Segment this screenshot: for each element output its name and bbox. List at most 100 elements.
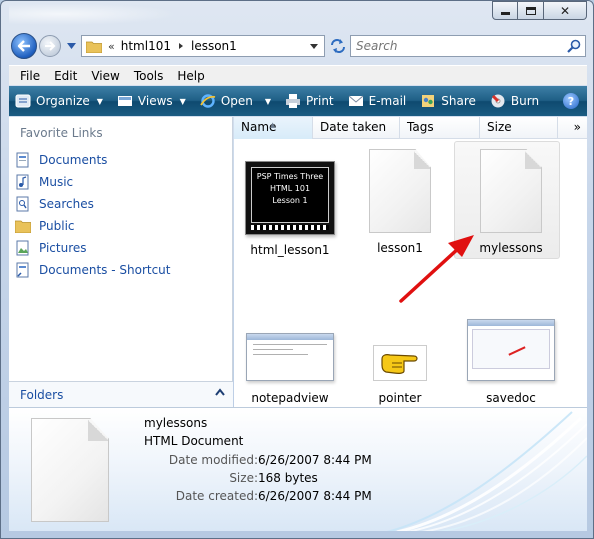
burn-label: Burn xyxy=(510,94,540,108)
menu-tools[interactable]: Tools xyxy=(127,69,171,83)
favorite-link-documents-shortcut[interactable]: Documents - Shortcut xyxy=(15,259,171,281)
favorite-links-list: Documents Music Searches Public Pictures… xyxy=(15,149,171,281)
savedoc-thumbnail xyxy=(467,319,555,381)
notepadview-thumbnail xyxy=(246,333,334,381)
address-row: « html101 lesson1 xyxy=(11,31,587,61)
breadcrumb-html101[interactable]: html101 xyxy=(121,39,171,53)
file-mylessons[interactable]: mylessons xyxy=(454,141,566,259)
favorite-link-searches[interactable]: Searches xyxy=(15,193,171,215)
views-label: Views xyxy=(137,94,173,108)
folders-toggle[interactable]: Folders xyxy=(9,381,233,407)
close-button[interactable]: ✕ xyxy=(544,1,587,20)
column-label: Date taken xyxy=(320,120,387,134)
forward-button[interactable] xyxy=(39,35,61,57)
document-icon xyxy=(369,149,431,233)
refresh-button[interactable] xyxy=(327,35,349,57)
column-header-name[interactable]: ▲ Name xyxy=(234,117,313,139)
maximize-button[interactable] xyxy=(518,1,544,20)
pointer-thumbnail xyxy=(373,345,427,381)
open-button[interactable]: Open ▼ xyxy=(200,93,271,109)
thumbnail-line: HTML 101 xyxy=(269,184,311,193)
ie-icon xyxy=(200,93,216,109)
music-icon xyxy=(15,174,31,190)
favorite-link-label: Documents - Shortcut xyxy=(39,263,171,277)
file-pointer[interactable]: pointer xyxy=(345,345,455,405)
chevron-down-icon: ▼ xyxy=(96,96,103,106)
column-header-date-taken[interactable]: Date taken xyxy=(313,117,400,139)
menu-file[interactable]: File xyxy=(13,69,47,83)
file-notepadview[interactable]: notepadview xyxy=(235,333,345,405)
details-key: Size: xyxy=(229,471,258,485)
caption-buttons: ✕ xyxy=(492,1,587,20)
pictures-icon xyxy=(15,240,31,256)
favorite-link-documents[interactable]: Documents xyxy=(15,149,171,171)
file-name: lesson1 xyxy=(377,241,423,255)
file-lesson1[interactable]: lesson1 xyxy=(345,149,455,255)
favorite-links-heading: Favorite Links xyxy=(20,126,103,140)
forward-arrow-icon xyxy=(45,41,56,51)
html-lesson1-thumbnail: PSP Times Three HTML 101 Lesson 1 xyxy=(245,161,335,235)
favorite-link-pictures[interactable]: Pictures xyxy=(15,237,171,259)
share-button[interactable]: Share xyxy=(420,93,476,109)
favorite-link-music[interactable]: Music xyxy=(15,171,171,193)
details-pane: mylessons HTML Document Date modified: 6… xyxy=(9,407,587,531)
views-icon xyxy=(117,93,133,109)
file-name: html_lesson1 xyxy=(250,243,330,257)
thumbnail-line: PSP Times Three xyxy=(256,172,324,181)
favorite-link-label: Searches xyxy=(39,197,94,211)
favorite-link-public[interactable]: Public xyxy=(15,215,171,237)
documents-shortcut-icon xyxy=(15,262,31,278)
menu-view[interactable]: View xyxy=(84,69,126,83)
search-icon[interactable] xyxy=(567,39,581,53)
menu-bar: File Edit View Tools Help xyxy=(9,65,587,85)
file-list-pane: ▲ Name Date taken Tags Size » PSP Times … xyxy=(234,117,587,407)
chevron-up-icon xyxy=(215,388,225,396)
file-name: notepadview xyxy=(251,391,329,405)
documents-icon xyxy=(15,152,31,168)
breadcrumb-overflow[interactable]: « xyxy=(108,40,115,53)
search-input[interactable] xyxy=(356,39,556,53)
search-box[interactable] xyxy=(350,35,586,57)
favorite-link-label: Music xyxy=(39,175,74,189)
share-label: Share xyxy=(441,94,476,108)
organize-icon xyxy=(15,93,31,109)
refresh-icon xyxy=(331,39,345,53)
sort-ascending-icon: ▲ xyxy=(270,121,276,129)
more-columns-button[interactable]: » xyxy=(574,120,581,134)
film-strip xyxy=(251,225,329,230)
print-label: Print xyxy=(306,94,334,108)
large-document-icon xyxy=(31,418,109,522)
help-button[interactable]: ? xyxy=(563,93,579,109)
document-icon xyxy=(480,149,542,233)
email-button[interactable]: E-mail xyxy=(348,93,407,109)
recent-pages-button[interactable] xyxy=(65,40,77,52)
file-html-lesson1[interactable]: PSP Times Three HTML 101 Lesson 1 html_l… xyxy=(235,161,345,257)
details-file-type: HTML Document xyxy=(144,434,244,448)
address-bar[interactable]: « html101 lesson1 xyxy=(81,35,325,57)
favorite-link-label: Documents xyxy=(39,153,108,167)
column-headers: ▲ Name Date taken Tags Size » xyxy=(234,117,587,139)
organize-button[interactable]: Organize ▼ xyxy=(15,93,103,109)
print-button[interactable]: Print xyxy=(285,93,334,109)
back-arrow-icon xyxy=(17,40,30,52)
public-folder-icon xyxy=(15,218,31,234)
column-header-tags[interactable]: Tags xyxy=(400,117,480,139)
chevron-down-icon xyxy=(66,43,76,49)
back-button[interactable] xyxy=(11,33,37,59)
menu-edit[interactable]: Edit xyxy=(47,69,84,83)
minimize-button[interactable] xyxy=(492,1,518,20)
pointing-hand-icon xyxy=(381,354,418,374)
menu-help[interactable]: Help xyxy=(170,69,211,83)
breadcrumb-lesson1[interactable]: lesson1 xyxy=(191,39,237,53)
chevron-down-icon: ▼ xyxy=(179,96,186,106)
printer-icon xyxy=(285,93,301,109)
views-button[interactable]: Views ▼ xyxy=(117,93,186,109)
minimize-icon xyxy=(500,12,510,15)
breadcrumb-separator-icon[interactable] xyxy=(174,41,188,51)
explorer-window: ✕ « html101 lesson1 Search File Edit Vie… xyxy=(0,0,594,539)
address-dropdown-button[interactable] xyxy=(306,38,322,54)
file-savedoc[interactable]: savedoc xyxy=(456,319,566,405)
column-header-size[interactable]: Size xyxy=(480,117,558,139)
burn-button[interactable]: Burn xyxy=(490,93,539,109)
email-label: E-mail xyxy=(368,94,407,108)
